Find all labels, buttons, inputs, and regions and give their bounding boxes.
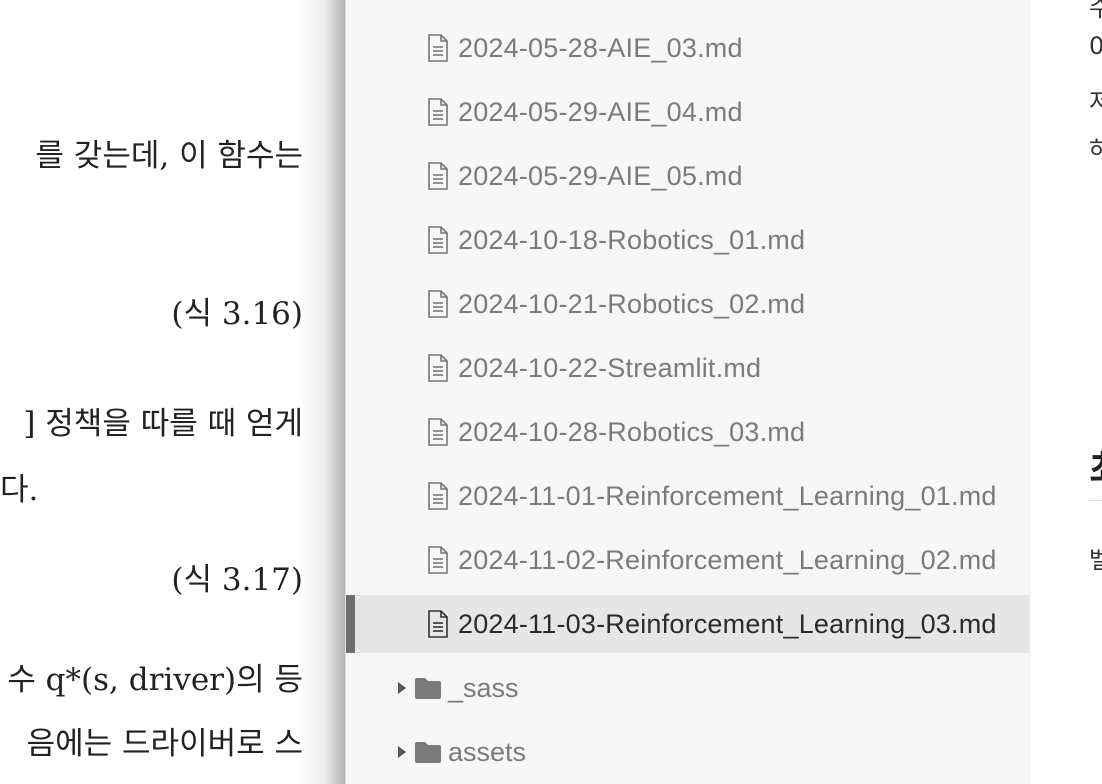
equation-number: (식 3.16) — [171, 296, 303, 332]
file-item[interactable]: 2024-05-28-AIE_03.md — [346, 19, 1029, 77]
pdf-viewer-pane: 를 갖는데, 이 함수는 (식 3.16) ] 정책을 따를 때 얻게 다. (… — [0, 0, 345, 784]
folder-icon — [415, 678, 441, 699]
file-item[interactable]: 2024-11-02-Reinforcement_Learning_02.md — [346, 531, 1029, 589]
folder-name: assets — [448, 736, 527, 767]
equation-number: (식 3.17) — [171, 562, 303, 598]
doc-text-fragment: 0 — [1089, 32, 1102, 60]
pdf-text-line: 를 갖는데, 이 함수는 — [35, 138, 303, 174]
file-icon — [428, 162, 448, 190]
file-icon — [428, 290, 448, 318]
file-item[interactable]: 2024-10-28-Robotics_03.md — [346, 403, 1029, 461]
file-name: 2024-11-03-Reinforcement_Learning_03.md — [458, 608, 997, 639]
document-pane: 수 0 저 하 최 벨 — [1029, 0, 1102, 784]
file-name: 2024-05-29-AIE_05.md — [458, 160, 743, 191]
pane-shadow — [300, 0, 345, 784]
pdf-text-line: 음에는 드라이버로 스 — [26, 726, 303, 762]
file-item[interactable]: 2024-10-21-Robotics_02.md — [346, 275, 1029, 333]
file-name: 2024-10-22-Streamlit.md — [458, 352, 762, 383]
file-explorer[interactable]: 2024-05-28-AIE_03.md 2024-05-29-AIE_04.m… — [345, 0, 1029, 784]
file-item[interactable]: 2024-10-22-Streamlit.md — [346, 339, 1029, 397]
file-name: 2024-10-21-Robotics_02.md — [458, 288, 806, 319]
pdf-text-line: 수 q*(s, driver)의 등 — [7, 662, 303, 698]
pdf-text-line: ] 정책을 따를 때 얻게 — [23, 406, 303, 442]
doc-text-fragment: 저 — [1089, 82, 1102, 117]
file-name: 2024-11-01-Reinforcement_Learning_01.md — [458, 480, 997, 511]
file-item-active[interactable]: 2024-11-03-Reinforcement_Learning_03.md — [346, 595, 1029, 653]
folder-item-assets[interactable]: assets — [346, 723, 1029, 781]
doc-text-fragment: 하 — [1089, 130, 1102, 165]
file-icon — [428, 98, 448, 126]
caret-right-icon[interactable] — [396, 745, 408, 759]
file-item[interactable]: 2024-05-29-AIE_04.md — [346, 83, 1029, 141]
heading-divider — [1089, 500, 1102, 501]
file-icon — [428, 482, 448, 510]
file-icon — [428, 418, 448, 446]
doc-text-fragment: 벨 — [1089, 540, 1102, 575]
file-icon — [428, 546, 448, 574]
file-icon — [428, 34, 448, 62]
doc-text-fragment: 수 — [1089, 0, 1102, 23]
folder-item-sass[interactable]: _sass — [346, 659, 1029, 717]
file-icon — [428, 354, 448, 382]
file-item[interactable]: 2024-10-18-Robotics_01.md — [346, 211, 1029, 269]
file-item[interactable]: 2024-05-29-AIE_05.md — [346, 147, 1029, 205]
file-item[interactable]: 2024-11-01-Reinforcement_Learning_01.md — [346, 467, 1029, 525]
active-indicator — [346, 595, 355, 653]
file-name: 2024-10-18-Robotics_01.md — [458, 224, 806, 255]
caret-right-icon[interactable] — [396, 681, 408, 695]
file-name: 2024-10-28-Robotics_03.md — [458, 416, 806, 447]
pdf-text-line: 다. — [0, 472, 39, 508]
folder-icon — [415, 742, 441, 763]
doc-heading-fragment: 최 — [1089, 438, 1102, 496]
file-icon — [428, 226, 448, 254]
file-name: 2024-05-28-AIE_03.md — [458, 32, 743, 63]
file-icon — [428, 610, 448, 638]
file-name: 2024-11-02-Reinforcement_Learning_02.md — [458, 544, 997, 575]
file-name: 2024-05-29-AIE_04.md — [458, 96, 743, 127]
folder-name: _sass — [448, 672, 519, 703]
